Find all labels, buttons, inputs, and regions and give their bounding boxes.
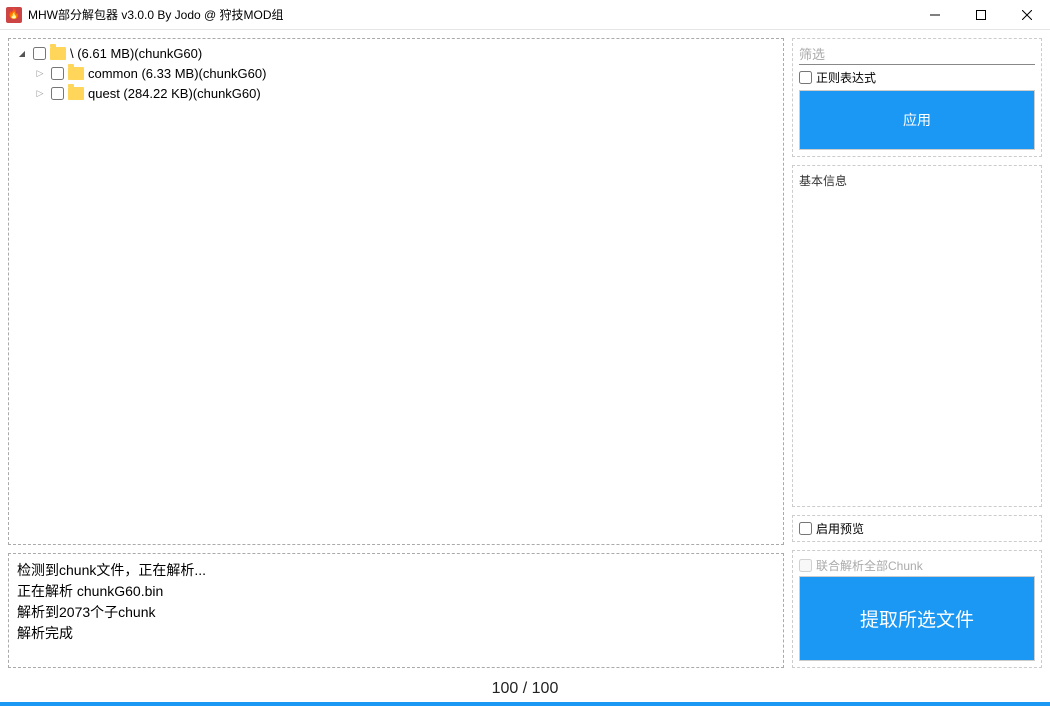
log-line: 正在解析 chunkG60.bin	[17, 581, 775, 602]
tree-node-child[interactable]: common (6.33 MB)(chunkG60)	[11, 63, 781, 83]
close-button[interactable]	[1004, 0, 1050, 29]
regex-checkbox[interactable]	[799, 71, 812, 84]
log-line: 检测到chunk文件，正在解析...	[17, 560, 775, 581]
log-line: 解析完成	[17, 623, 775, 644]
extract-button[interactable]: 提取所选文件	[799, 576, 1035, 661]
filter-group: 正则表达式 应用	[792, 38, 1042, 157]
extract-group: 联合解析全部Chunk 提取所选文件	[792, 550, 1042, 668]
progress-text: 100 / 100	[492, 680, 559, 698]
left-column: \ (6.61 MB)(chunkG60) common (6.33 MB)(c…	[8, 38, 784, 668]
window-title: MHW部分解包器 v3.0.0 By Jodo @ 狩技MOD组	[28, 6, 912, 23]
regex-checkbox-row[interactable]: 正则表达式	[799, 69, 1035, 86]
regex-label: 正则表达式	[816, 69, 876, 86]
expander-icon[interactable]	[33, 66, 47, 80]
tree-label: common (6.33 MB)(chunkG60)	[88, 66, 266, 81]
file-tree-panel[interactable]: \ (6.61 MB)(chunkG60) common (6.33 MB)(c…	[8, 38, 784, 545]
union-label: 联合解析全部Chunk	[816, 557, 923, 574]
filter-input[interactable]	[799, 45, 1035, 65]
folder-icon	[68, 87, 84, 100]
folder-icon	[50, 47, 66, 60]
tree-label: quest (284.22 KB)(chunkG60)	[88, 86, 261, 101]
preview-checkbox-row[interactable]: 启用预览	[799, 520, 1035, 537]
basic-info-header: 基本信息	[799, 172, 1035, 189]
union-checkbox	[799, 559, 812, 572]
window-controls	[912, 0, 1050, 29]
app-icon: 🔥	[6, 7, 22, 23]
log-panel: 检测到chunk文件，正在解析... 正在解析 chunkG60.bin 解析到…	[8, 553, 784, 668]
progress-footer: 100 / 100	[0, 676, 1050, 702]
apply-button[interactable]: 应用	[799, 90, 1035, 150]
tree-node-root[interactable]: \ (6.61 MB)(chunkG60)	[11, 43, 781, 63]
tree-checkbox[interactable]	[51, 67, 64, 80]
tree-node-child[interactable]: quest (284.22 KB)(chunkG60)	[11, 83, 781, 103]
expander-icon[interactable]	[33, 86, 47, 100]
basic-info-group: 基本信息	[792, 165, 1042, 507]
tree-checkbox[interactable]	[33, 47, 46, 60]
title-bar: 🔥 MHW部分解包器 v3.0.0 By Jodo @ 狩技MOD组	[0, 0, 1050, 30]
expander-icon[interactable]	[15, 46, 29, 60]
preview-group: 启用预览	[792, 515, 1042, 542]
maximize-button[interactable]	[958, 0, 1004, 29]
log-line: 解析到2073个子chunk	[17, 602, 775, 623]
minimize-button[interactable]	[912, 0, 958, 29]
file-tree: \ (6.61 MB)(chunkG60) common (6.33 MB)(c…	[11, 43, 781, 103]
tree-label: \ (6.61 MB)(chunkG60)	[70, 46, 202, 61]
main-content: \ (6.61 MB)(chunkG60) common (6.33 MB)(c…	[0, 30, 1050, 676]
preview-checkbox[interactable]	[799, 522, 812, 535]
tree-checkbox[interactable]	[51, 87, 64, 100]
progress-bar	[0, 702, 1050, 706]
union-checkbox-row: 联合解析全部Chunk	[799, 557, 1035, 574]
preview-label: 启用预览	[816, 520, 864, 537]
folder-icon	[68, 67, 84, 80]
right-column: 正则表达式 应用 基本信息 启用预览 联合解析全部Chunk 提取所选文件	[792, 38, 1042, 668]
